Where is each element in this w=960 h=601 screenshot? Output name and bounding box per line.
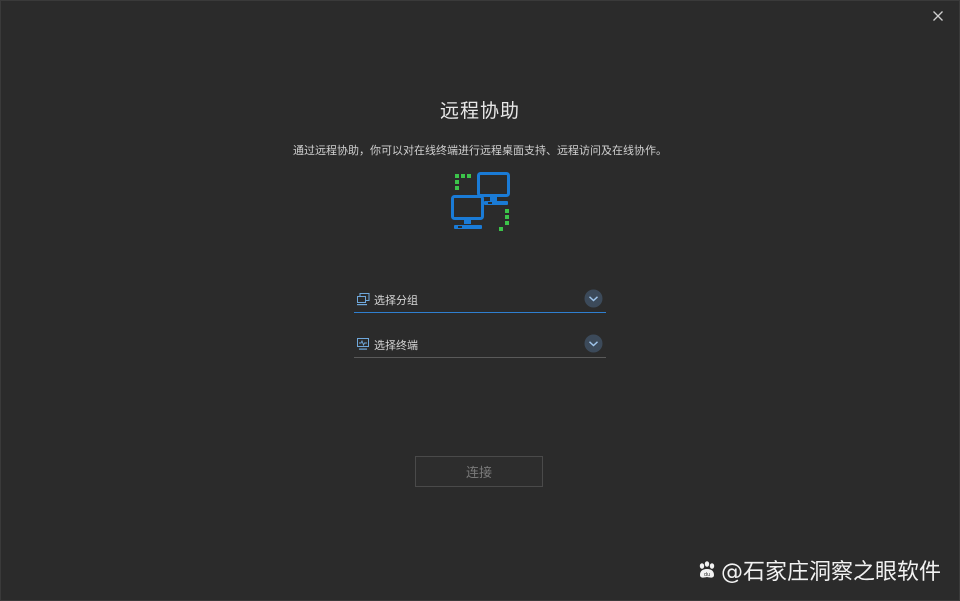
close-icon	[933, 11, 943, 21]
chevron-down-icon	[584, 334, 603, 353]
select-terminal-label: 选择终端	[374, 339, 418, 352]
close-button[interactable]	[929, 7, 947, 25]
remote-assist-dialog: 远程协助 通过远程协助，你可以对在线终端进行远程桌面支持、远程访问及在线协作。	[0, 0, 960, 601]
terminal-monitor-icon	[357, 338, 369, 350]
dialog-description: 通过远程协助，你可以对在线终端进行远程桌面支持、远程访问及在线协作。	[293, 144, 667, 157]
svg-text:du: du	[704, 572, 710, 578]
dialog-title: 远程协助	[439, 100, 520, 122]
select-group-dropdown[interactable]: 选择分组	[354, 288, 606, 313]
watermark: du @石家庄洞察之眼软件	[695, 554, 941, 586]
paw-logo-icon: du	[699, 561, 715, 578]
connect-button[interactable]: 连接	[415, 456, 543, 487]
group-computer-icon	[357, 293, 370, 306]
watermark-text: @石家庄洞察之眼软件	[720, 560, 941, 585]
chevron-down-icon	[584, 289, 603, 308]
remote-computers-icon	[449, 171, 513, 233]
select-terminal-dropdown[interactable]: 选择终端	[354, 333, 606, 358]
select-group-label: 选择分组	[374, 294, 418, 307]
